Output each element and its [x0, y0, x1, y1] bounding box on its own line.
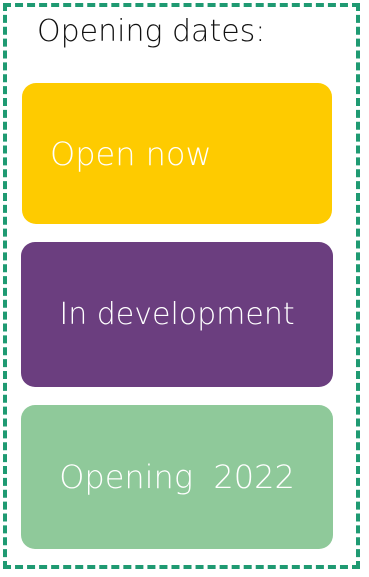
legend-item-label: Open now: [50, 134, 212, 173]
legend-item-in-development: In development: [21, 242, 333, 387]
legend-item-opening-2022: Opening 2022: [21, 405, 333, 549]
legend-item-label: Opening 2022: [59, 458, 295, 496]
legend-title: Opening dates:: [37, 14, 266, 49]
legend-item-label: In development: [59, 297, 295, 332]
legend-item-open-now: Open now: [22, 83, 332, 224]
